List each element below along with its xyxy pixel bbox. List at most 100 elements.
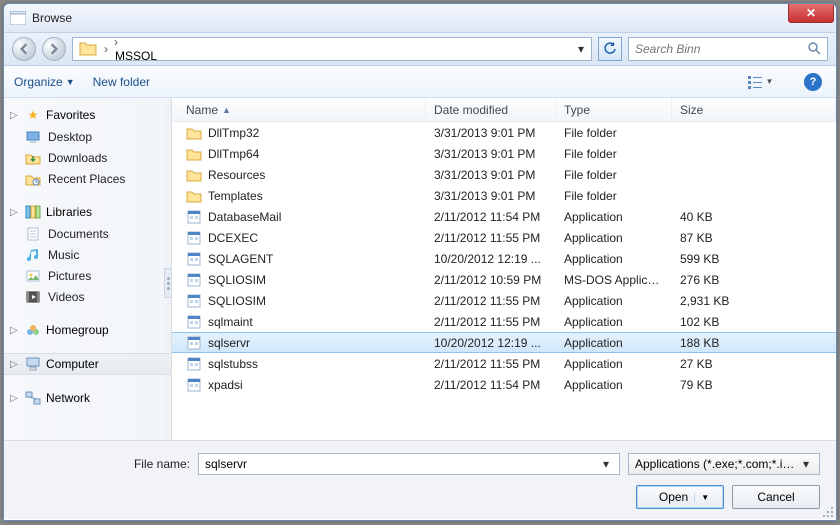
sidebar-item-label: Documents [48, 227, 109, 241]
address-bar[interactable]: › Microsoft SQL Server›MSSQL11.SQLEXPRES… [72, 37, 592, 61]
file-row[interactable]: DllTmp323/31/2013 9:01 PMFile folder [172, 122, 836, 143]
network-group: ▷ Network [4, 387, 171, 409]
disclosure-icon: ▷ [10, 359, 20, 370]
column-size[interactable]: Size [672, 98, 836, 121]
column-name[interactable]: Name▲ [178, 98, 426, 121]
file-row[interactable]: SQLIOSIM2/11/2012 10:59 PMMS-DOS Applica… [172, 269, 836, 290]
libraries-header[interactable]: ▷ Libraries [4, 201, 171, 223]
open-button[interactable]: Open ▼ [636, 485, 724, 509]
file-row[interactable]: SQLAGENT10/20/2012 12:19 ...Application5… [172, 248, 836, 269]
favorites-group: ▷ ★ Favorites Desktop DownloadsRecent Pla… [4, 104, 171, 189]
file-name: SQLAGENT [208, 252, 273, 266]
computer-group: ▷ Computer [4, 353, 171, 375]
help-icon: ? [804, 73, 822, 91]
file-type: Application [556, 210, 672, 224]
file-type: Application [556, 357, 672, 371]
file-row[interactable]: sqlservr10/20/2012 12:19 ...Application1… [172, 332, 836, 353]
breadcrumb-segment[interactable]: MSSQL [111, 49, 258, 61]
disclosure-icon: ▷ [10, 393, 20, 404]
file-name: DCEXEC [208, 231, 258, 245]
chevron-right-icon[interactable]: › [101, 42, 111, 56]
file-row[interactable]: sqlstubss2/11/2012 11:55 PMApplication27… [172, 353, 836, 374]
resize-handle[interactable] [822, 506, 834, 518]
sidebar-item[interactable]: Pictures [4, 265, 171, 286]
new-folder-button[interactable]: New folder [93, 75, 150, 89]
view-mode-button[interactable]: ▼ [738, 71, 782, 93]
chevron-down-icon: ▾ [799, 457, 813, 471]
homegroup-group: ▷ Homegroup [4, 319, 171, 341]
file-type-filter[interactable]: Applications (*.exe;*.com;*.icd) ▾ [628, 453, 820, 475]
sidebar-item[interactable]: Desktop [4, 126, 171, 147]
sidebar-item[interactable]: Videos [4, 286, 171, 307]
application-icon [186, 251, 202, 267]
star-icon: ★ [24, 107, 42, 123]
sidebar-item[interactable]: Recent Places [4, 168, 171, 189]
item-icon [24, 247, 42, 263]
organize-button[interactable]: Organize ▼ [14, 75, 75, 89]
search-box[interactable] [628, 37, 828, 61]
sidebar-item[interactable]: Downloads [4, 147, 171, 168]
splitter-handle[interactable] [164, 268, 172, 298]
computer-icon [24, 356, 42, 372]
sidebar-item[interactable]: Music [4, 244, 171, 265]
column-type[interactable]: Type [556, 98, 672, 121]
dialog-body: ▷ ★ Favorites Desktop DownloadsRecent Pla… [4, 98, 836, 440]
file-row[interactable]: SQLIOSIM2/11/2012 11:55 PMApplication2,9… [172, 290, 836, 311]
application-icon [186, 356, 202, 372]
sort-asc-icon: ▲ [222, 105, 231, 115]
file-name: Templates [208, 189, 263, 203]
sidebar-item[interactable]: Documents [4, 223, 171, 244]
file-row[interactable]: sqlmaint2/11/2012 11:55 PMApplication102… [172, 311, 836, 332]
refresh-button[interactable] [598, 37, 622, 61]
file-type: File folder [556, 168, 672, 182]
file-type: Application [556, 231, 672, 245]
filename-field[interactable]: ▾ [198, 453, 620, 475]
libraries-label: Libraries [46, 205, 92, 219]
folder-icon [186, 188, 202, 204]
filename-input[interactable] [205, 457, 599, 471]
homegroup-item[interactable]: ▷ Homegroup [4, 319, 171, 341]
file-date: 2/11/2012 11:54 PM [426, 210, 556, 224]
cancel-label: Cancel [757, 490, 794, 504]
cancel-button[interactable]: Cancel [732, 485, 820, 509]
address-dropdown[interactable]: ▾ [573, 42, 589, 56]
column-date[interactable]: Date modified [426, 98, 556, 121]
file-row[interactable]: xpadsi2/11/2012 11:54 PMApplication79 KB [172, 374, 836, 395]
computer-item[interactable]: ▷ Computer [4, 353, 171, 375]
network-item[interactable]: ▷ Network [4, 387, 171, 409]
arrow-left-icon [18, 43, 30, 55]
file-name: SQLIOSIM [208, 273, 266, 287]
file-name: SQLIOSIM [208, 294, 266, 308]
file-row[interactable]: DCEXEC2/11/2012 11:55 PMApplication87 KB [172, 227, 836, 248]
file-rows: DllTmp323/31/2013 9:01 PMFile folderDllT… [172, 122, 836, 440]
open-split[interactable]: ▼ [694, 493, 709, 502]
folder-icon [186, 125, 202, 141]
chevron-right-icon[interactable]: › [111, 37, 121, 49]
help-button[interactable]: ? [800, 71, 826, 93]
address-row: › Microsoft SQL Server›MSSQL11.SQLEXPRES… [4, 32, 836, 66]
file-date: 2/11/2012 10:59 PM [426, 273, 556, 287]
search-input[interactable] [635, 42, 807, 56]
file-date: 2/11/2012 11:55 PM [426, 231, 556, 245]
file-date: 3/31/2013 9:01 PM [426, 126, 556, 140]
filename-dropdown[interactable]: ▾ [599, 457, 613, 471]
filter-label: Applications (*.exe;*.com;*.icd) [635, 457, 799, 471]
sidebar: ▷ ★ Favorites Desktop DownloadsRecent Pla… [4, 98, 172, 440]
file-row[interactable]: Templates3/31/2013 9:01 PMFile folder [172, 185, 836, 206]
favorites-header[interactable]: ▷ ★ Favorites [4, 104, 171, 126]
nav-forward-button[interactable] [42, 37, 66, 61]
file-row[interactable]: DllTmp643/31/2013 9:01 PMFile folder [172, 143, 836, 164]
folder-icon [79, 40, 97, 58]
file-size: 188 KB [672, 336, 836, 350]
application-icon [186, 272, 202, 288]
file-row[interactable]: Resources3/31/2013 9:01 PMFile folder [172, 164, 836, 185]
file-size: 2,931 KB [672, 294, 836, 308]
close-button[interactable]: ✕ [788, 3, 834, 23]
item-icon [24, 129, 42, 145]
chevron-down-icon: ▼ [766, 77, 774, 86]
nav-back-button[interactable] [12, 37, 36, 61]
file-row[interactable]: DatabaseMail2/11/2012 11:54 PMApplicatio… [172, 206, 836, 227]
titlebar[interactable]: Browse ✕ [4, 4, 836, 32]
filename-label: File name: [20, 457, 190, 471]
sidebar-item-label: Desktop [48, 130, 92, 144]
